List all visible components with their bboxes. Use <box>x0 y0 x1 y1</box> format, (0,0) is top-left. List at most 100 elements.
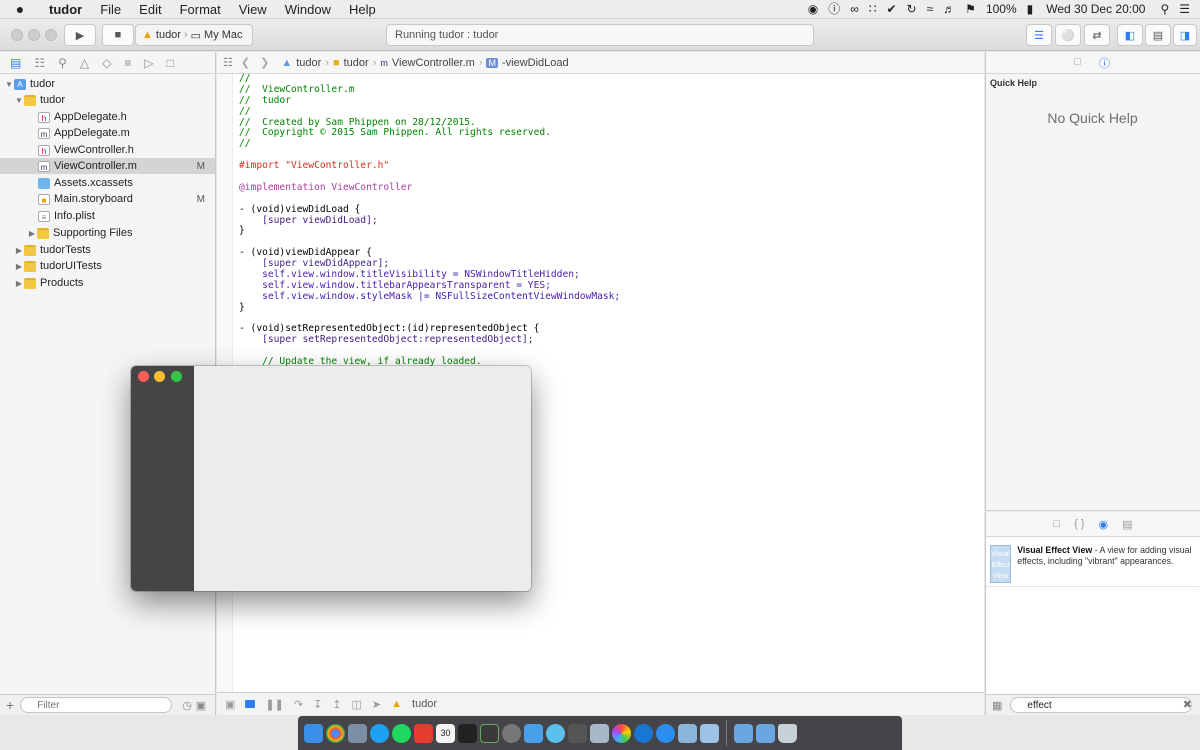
check-status-icon[interactable]: ✔ <box>881 0 901 19</box>
volume-icon[interactable]: ♬ <box>938 0 960 19</box>
grid-view-icon[interactable]: ▦ <box>992 699 1002 712</box>
symbol-navigator-icon[interactable]: ☷ <box>34 56 45 70</box>
preview-dock-icon[interactable] <box>700 723 719 743</box>
tree-row-assets[interactable]: Assets.xcassets <box>0 175 215 191</box>
messages-dock-icon[interactable] <box>546 723 565 743</box>
infinity-status-icon[interactable]: ∞ <box>845 0 864 19</box>
standard-editor-button[interactable]: ☰ <box>1026 24 1052 46</box>
toggle-utilities-button[interactable]: ◨ <box>1173 24 1197 46</box>
disclosure-closed-icon[interactable]: ▶ <box>14 246 24 255</box>
pause-icon[interactable]: ❚❚ <box>265 698 283 711</box>
recent-files-icon[interactable]: ◷ <box>182 699 192 712</box>
instruments-dock-icon[interactable] <box>678 723 697 743</box>
tree-row-supporting-files[interactable]: ▶ Supporting Files <box>0 225 215 241</box>
code-snippet-library-icon[interactable]: { } <box>1074 518 1084 530</box>
tree-row-tudortests[interactable]: ▶ tudorTests <box>0 242 215 258</box>
disclosure-open-icon[interactable]: ▼ <box>4 80 14 89</box>
tree-row-tudoruitests[interactable]: ▶ tudorUITests <box>0 258 215 274</box>
test-navigator-icon[interactable]: ◇ <box>102 56 111 70</box>
issue-navigator-icon[interactable]: △ <box>80 56 89 70</box>
step-into-icon[interactable]: ↧ <box>313 698 322 711</box>
trash-dock-icon[interactable] <box>778 723 797 743</box>
1password-dock-icon[interactable] <box>634 723 653 743</box>
find-navigator-icon[interactable]: ⚲ <box>58 56 67 70</box>
battery-icon[interactable]: ▮ <box>1022 0 1039 19</box>
disclosure-closed-icon[interactable]: ▶ <box>14 262 24 271</box>
clock[interactable]: Wed 30 Dec 20:00 <box>1038 0 1155 19</box>
running-app-window[interactable] <box>131 366 531 591</box>
media-library-icon[interactable]: ▤ <box>1122 518 1132 531</box>
related-items-icon[interactable]: ☷ <box>223 56 233 69</box>
keynote-dock-icon[interactable] <box>590 723 609 743</box>
file-template-library-icon[interactable]: □ <box>1053 518 1060 530</box>
library-item-visual-effect-view[interactable]: Visual Effect View Visual Effect View - … <box>986 541 1199 587</box>
jump-group[interactable]: tudor <box>344 57 369 69</box>
menu-help[interactable]: Help <box>340 0 385 19</box>
report-navigator-icon[interactable]: □ <box>167 56 174 70</box>
wifi-icon[interactable]: ≈ <box>922 0 939 19</box>
location-icon[interactable]: ➤ <box>372 698 381 711</box>
run-button[interactable]: ▶ <box>64 24 96 46</box>
disclosure-closed-icon[interactable]: ▶ <box>27 229 37 238</box>
finder-dock-icon[interactable] <box>304 723 323 743</box>
toggle-navigator-button[interactable]: ◧ <box>1117 24 1143 46</box>
debug-target-label[interactable]: tudor <box>412 698 437 710</box>
app-zoom-button[interactable] <box>171 371 182 382</box>
file-inspector-icon[interactable]: □ <box>1074 56 1081 68</box>
stop-button[interactable]: ■ <box>102 24 134 46</box>
tree-row-viewcontroller-h[interactable]: h ViewController.h <box>0 142 215 158</box>
tree-row-info-plist[interactable]: ≡ Info.plist <box>0 208 215 224</box>
spotlight-icon[interactable]: ⚲ <box>1155 0 1174 19</box>
window-close-button[interactable] <box>11 29 23 41</box>
terminal-dock-icon[interactable] <box>458 723 477 743</box>
back-icon[interactable]: ❮ <box>241 56 250 69</box>
tree-row-appdelegate-h[interactable]: h AppDelegate.h <box>0 109 215 125</box>
version-editor-button[interactable]: ⇄ <box>1084 24 1110 46</box>
tree-row-project[interactable]: ▼ A tudor <box>0 76 215 92</box>
window-minimize-button[interactable] <box>28 29 40 41</box>
chrome-dock-icon[interactable] <box>326 723 345 743</box>
menu-window[interactable]: Window <box>276 0 340 19</box>
clear-search-icon[interactable]: ✖ <box>1183 698 1192 711</box>
input-source-flag-icon[interactable]: ⚑ <box>960 0 981 19</box>
tree-row-products[interactable]: ▶ Products <box>0 275 215 291</box>
jump-file[interactable]: ViewController.m <box>392 57 475 69</box>
step-out-icon[interactable]: ↥ <box>332 698 341 711</box>
timemachine-status-icon[interactable]: ↻ <box>902 0 922 19</box>
photos-dock-icon[interactable] <box>612 723 631 743</box>
system-preferences-dock-icon[interactable] <box>502 723 521 743</box>
apple-menu-icon[interactable]: ● <box>0 1 40 17</box>
xcode-dock-icon[interactable] <box>524 723 543 743</box>
object-library-icon[interactable]: ◉ <box>1099 518 1109 531</box>
tree-row-viewcontroller-m[interactable]: m ViewController.m M <box>0 158 215 174</box>
disclosure-closed-icon[interactable]: ▶ <box>14 279 24 288</box>
scheme-selector[interactable]: ▲ tudor › ▭ My Mac <box>135 24 253 46</box>
breakpoint-navigator-icon[interactable]: ▷ <box>144 56 153 70</box>
mail-stamp-dock-icon[interactable] <box>348 723 367 743</box>
quick-help-icon[interactable]: ⓘ <box>1099 55 1110 71</box>
forward-icon[interactable]: ❯ <box>260 56 269 69</box>
battery-percent[interactable]: 100% <box>981 0 1022 19</box>
notes-dock-icon[interactable] <box>568 723 587 743</box>
app-store-dock-icon[interactable] <box>656 723 675 743</box>
tree-row-main-storyboard[interactable]: ■ Main.storyboard M <box>0 191 215 207</box>
disclosure-open-icon[interactable]: ▼ <box>14 96 24 105</box>
spotify-dock-icon[interactable] <box>392 723 411 743</box>
app-minimize-button[interactable] <box>154 371 165 382</box>
menu-app-name[interactable]: tudor <box>40 0 91 19</box>
tree-row-group-tudor[interactable]: ▼ tudor <box>0 92 215 108</box>
step-over-icon[interactable]: ↷ <box>294 698 303 711</box>
assistant-editor-button[interactable]: ⚪ <box>1055 24 1081 46</box>
hide-debug-area-icon[interactable]: ▣ <box>225 698 235 711</box>
info-status-icon[interactable]: ⓘ <box>823 0 845 19</box>
slack-dock-icon[interactable] <box>414 723 433 743</box>
scm-filter-icon[interactable]: ▣ <box>196 699 206 712</box>
menu-file[interactable]: File <box>91 0 130 19</box>
grid-status-icon[interactable]: ∷ <box>864 0 882 19</box>
jump-method[interactable]: -viewDidLoad <box>502 57 569 69</box>
toggle-debug-area-button[interactable]: ▤ <box>1145 24 1171 46</box>
menu-view[interactable]: View <box>230 0 276 19</box>
navigator-filter-input[interactable] <box>20 697 173 713</box>
tree-row-appdelegate-m[interactable]: m AppDelegate.m <box>0 125 215 141</box>
add-file-icon[interactable]: + <box>6 697 14 713</box>
